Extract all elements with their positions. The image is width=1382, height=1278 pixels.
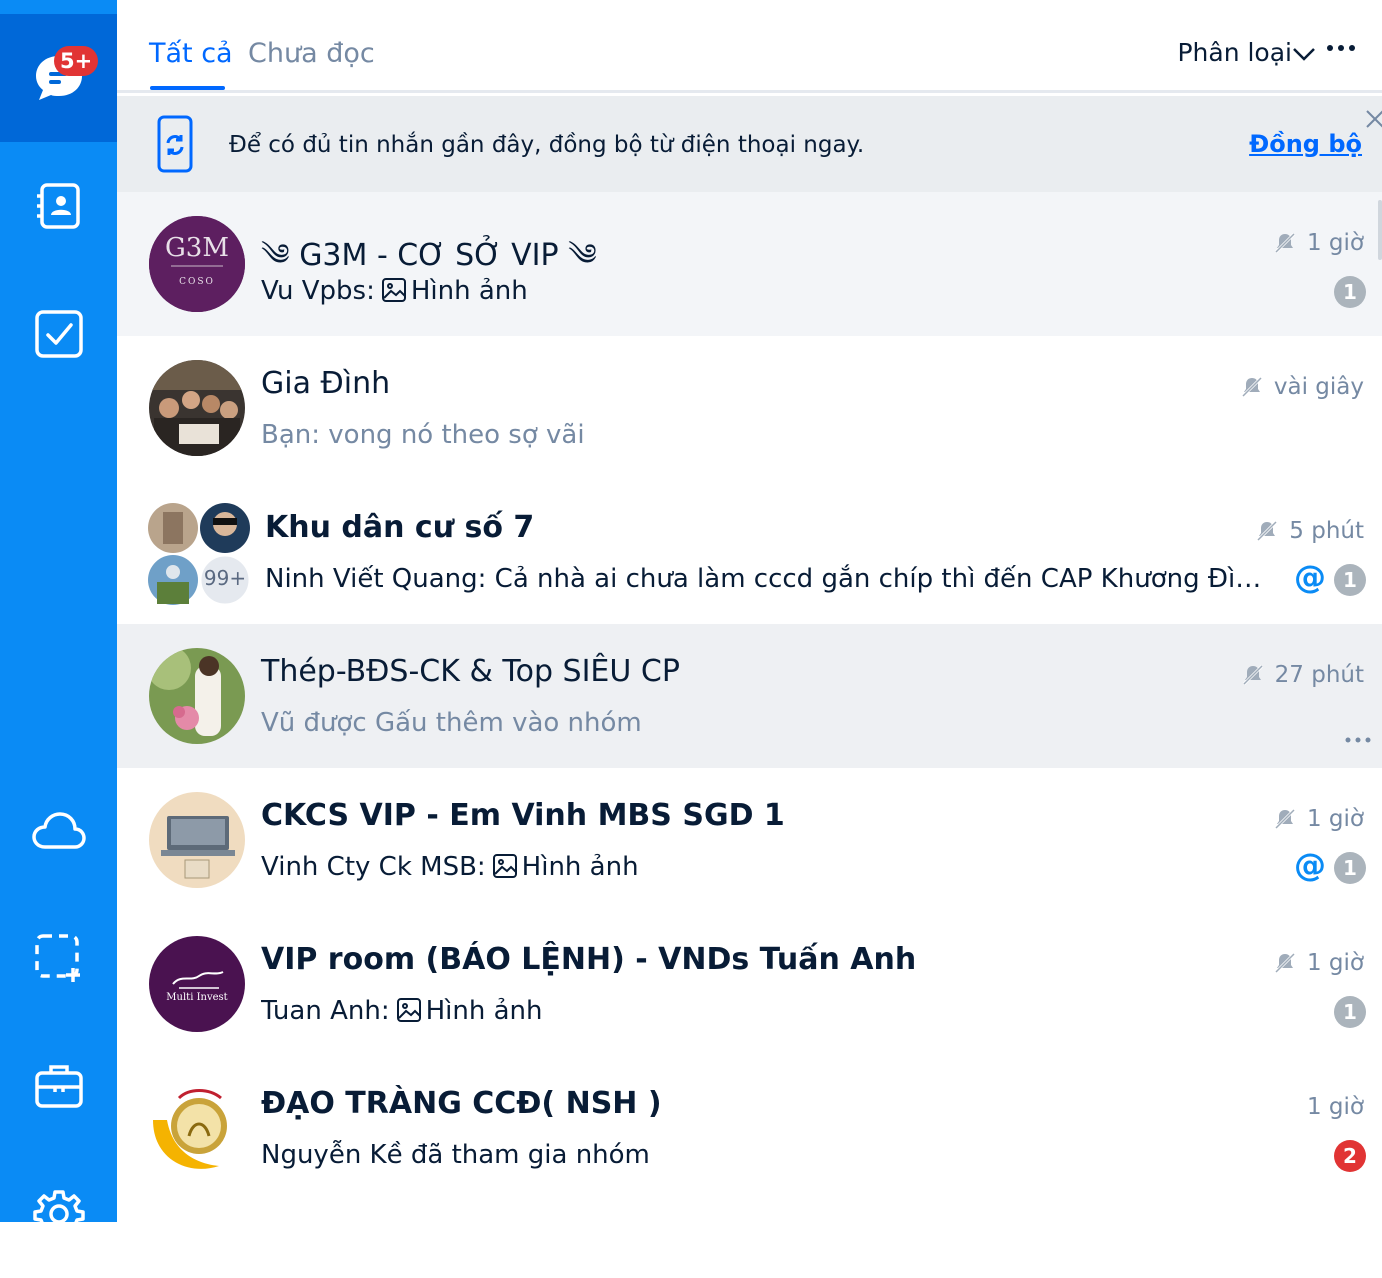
conversation-title: VIP room (BÁO LỆNH) - VNDs Tuấn Anh <box>261 942 917 977</box>
muted-bell-icon <box>1241 376 1262 398</box>
rail-toolbox-button[interactable] <box>0 1022 117 1150</box>
group-avatar <box>149 1080 245 1176</box>
rail-cloud-button[interactable] <box>0 767 117 895</box>
group-avatar-collage: 99+ <box>147 502 252 607</box>
mention-indicator: @ <box>1294 846 1326 884</box>
rail-messages-button[interactable]: 5+ <box>0 14 117 142</box>
conversation-preview: Ninh Viết Quang: Cả nhà ai chưa làm cccd… <box>265 564 1265 594</box>
image-icon <box>381 278 406 302</box>
conversation-item[interactable]: Thép-BĐS-CK & Top SIÊU CP Vũ được Gấu th… <box>117 624 1382 768</box>
conversation-preview: Nguyễn Kề đã tham gia nhóm <box>261 1140 650 1170</box>
muted-bell-icon <box>1274 952 1296 974</box>
conversation-time: 5 phút <box>1255 518 1364 544</box>
tab-unread[interactable]: Chưa đọc <box>248 38 375 69</box>
conversation-title: CKCS VIP - Em Vinh MBS SGD 1 <box>261 798 785 833</box>
conversation-item[interactable]: Gia Đình Bạn: vong nó theo sợ vãi vài gi… <box>117 336 1382 480</box>
messages-unread-badge: 5+ <box>54 46 99 76</box>
group-avatar <box>149 648 245 744</box>
navigation-rail: 5+ <box>0 0 117 1240</box>
ornament-icon: ༄ <box>261 238 300 273</box>
group-avatar <box>149 792 245 888</box>
conversation-time: 1 giờ <box>1273 950 1364 976</box>
rail-settings-button[interactable] <box>0 1150 117 1278</box>
sync-banner: Để có đủ tin nhắn gần đây, đồng bộ từ đi… <box>117 96 1382 192</box>
conversation-time: 1 giờ <box>1273 806 1364 832</box>
conversation-title: Thép-BĐS-CK & Top SIÊU CP <box>261 654 680 689</box>
conversation-item[interactable]: CKCS VIP - Em Vinh MBS SGD 1 Vinh Cty Ck… <box>117 768 1382 912</box>
conversation-time: 1 giờ <box>1273 230 1364 256</box>
conversation-preview: Vu Vpbs: Hình ảnh <box>261 276 528 306</box>
briefcase-icon <box>34 1065 83 1108</box>
conversation-preview: Bạn: vong nó theo sợ vãi <box>261 420 585 450</box>
contacts-book-icon <box>36 183 80 229</box>
conversation-time: 1 giờ <box>1306 1094 1364 1120</box>
more-members-count: 99+ <box>203 566 247 590</box>
group-avatar <box>149 360 245 456</box>
conversation-list: G3M COSO ༄ G3M - CƠ SỞ VIP ༄ Vu Vpbs: Hìn… <box>117 192 1382 1200</box>
avatar-caption: Multi Invest <box>166 992 228 1003</box>
unread-count-badge: 1 <box>1334 276 1366 308</box>
muted-bell-icon <box>1257 520 1278 542</box>
conversation-item[interactable]: Multi Invest VIP room (BÁO LỆNH) - VNDs … <box>117 912 1382 1056</box>
active-tab-indicator <box>150 86 225 90</box>
more-options-icon[interactable] <box>1344 736 1372 744</box>
group-avatar: G3M COSO <box>149 216 245 312</box>
conversation-title: ĐẠO TRÀNG CCĐ( NSH ) <box>261 1086 662 1121</box>
svg-text:COSO: COSO <box>179 277 215 287</box>
chevron-down-icon[interactable] <box>1292 46 1316 62</box>
rail-screenshot-button[interactable] <box>0 894 117 1022</box>
gear-icon <box>32 1190 85 1240</box>
image-icon <box>396 998 421 1022</box>
unread-count-badge: 1 <box>1334 996 1366 1028</box>
rail-contacts-button[interactable] <box>0 142 117 270</box>
muted-bell-icon <box>1274 232 1296 254</box>
conversation-preview: Vũ được Gấu thêm vào nhóm <box>261 708 642 738</box>
conversation-item[interactable]: 99+ Khu dân cư số 7 Ninh Viết Quang: Cả … <box>117 480 1382 624</box>
ornament-icon: ༄ <box>558 238 597 273</box>
tab-all[interactable]: Tất cả <box>149 38 233 69</box>
image-icon <box>492 854 517 878</box>
close-icon[interactable] <box>1364 108 1382 130</box>
classify-dropdown[interactable]: Phân loại <box>1177 38 1292 67</box>
conversation-time: vài giây <box>1240 374 1364 400</box>
svg-text:G3M: G3M <box>165 233 229 263</box>
conversation-time: 27 phút <box>1241 662 1364 688</box>
conversation-preview: Tuan Anh: Hình ảnh <box>261 996 543 1026</box>
sync-now-link[interactable]: Đồng bộ <box>1249 130 1362 158</box>
muted-bell-icon <box>1242 664 1263 686</box>
conversation-title: Gia Đình <box>261 366 391 401</box>
conversation-item[interactable]: G3M COSO ༄ G3M - CƠ SỞ VIP ༄ Vu Vpbs: Hìn… <box>117 192 1382 336</box>
sync-banner-message: Để có đủ tin nhắn gần đây, đồng bộ từ đi… <box>229 132 865 158</box>
unread-count-badge: 1 <box>1334 852 1366 884</box>
cloud-icon <box>31 812 86 849</box>
group-avatar: Multi Invest <box>149 936 245 1032</box>
phone-sync-icon <box>157 115 193 173</box>
conversation-title: Khu dân cư số 7 <box>265 510 535 545</box>
list-scrollbar[interactable] <box>1378 200 1382 260</box>
mention-indicator: @ <box>1294 558 1326 596</box>
unread-count-badge: 1 <box>1334 564 1366 596</box>
muted-bell-icon <box>1274 808 1296 830</box>
unread-count-badge: 2 <box>1334 1140 1366 1172</box>
rail-todo-button[interactable] <box>0 270 117 398</box>
conversation-filter-bar: Tất cả Chưa đọc Phân loại <box>117 0 1382 93</box>
more-options-icon[interactable] <box>1326 44 1356 52</box>
screen-capture-icon <box>34 934 80 982</box>
conversation-preview: Vinh Cty Ck MSB: Hình ảnh <box>261 852 639 882</box>
checkbox-icon <box>34 310 83 358</box>
conversation-item[interactable]: ĐẠO TRÀNG CCĐ( NSH ) Nguyễn Kề đã tham g… <box>117 1056 1382 1200</box>
